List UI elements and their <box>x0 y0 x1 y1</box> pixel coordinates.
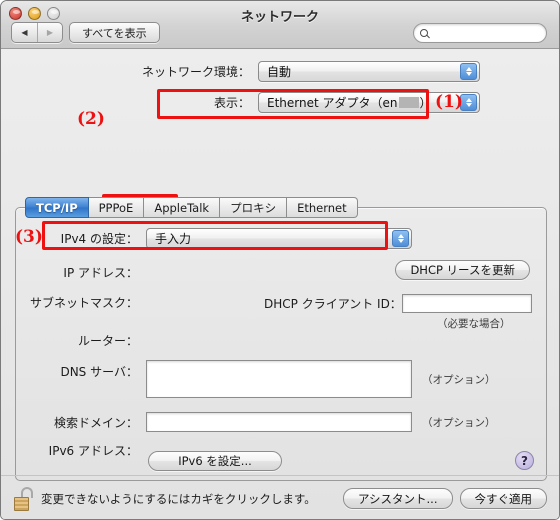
redaction-block <box>398 97 419 108</box>
apply-now-button[interactable]: 今すぐ適用 <box>459 488 547 509</box>
network-show-value-prefix: Ethernet アダプタ（en <box>267 96 398 110</box>
dhcp-client-id-input[interactable] <box>402 294 532 313</box>
ipv4-config-row: IPv4 の設定： 手入力 <box>46 228 412 249</box>
network-location-popup[interactable]: 自動 <box>258 61 480 82</box>
tab-bar: TCP/IP PPPoE AppleTalk プロキシ Ethernet <box>25 197 358 218</box>
configure-ipv6-button[interactable]: IPv6 を設定... <box>148 451 282 471</box>
chevron-updown-icon <box>392 230 409 247</box>
ipv4-config-label: IPv4 の設定： <box>60 232 138 246</box>
dhcp-client-id-row: DHCP クライアント ID： <box>264 294 532 313</box>
search-domains-hint: （オプション） <box>422 416 496 429</box>
tab-pppoe-label: PPPoE <box>98 200 134 215</box>
tab-proxy[interactable]: プロキシ <box>220 197 288 218</box>
search-field[interactable] <box>413 23 547 43</box>
tab-ethernet[interactable]: Ethernet <box>287 197 358 218</box>
network-location-row: ネットワーク環境： 自動 <box>1 61 559 82</box>
ipv4-config-popup[interactable]: 手入力 <box>146 228 412 249</box>
annotation-label-2: (2) <box>77 109 105 129</box>
network-show-label: 表示： <box>213 96 250 110</box>
search-domains-input[interactable] <box>146 412 412 432</box>
forward-button: ▶ <box>37 23 62 42</box>
tcpip-settings-panel: IPv4 の設定： 手入力 IP アドレス： DHCP リースを更新 サブネット… <box>15 207 547 481</box>
network-preferences-window: ネットワーク ◀ ▶ すべてを表示 ネットワーク環境： 自動 表示： Ether… <box>0 0 560 520</box>
navigation-buttons: ◀ ▶ <box>11 22 63 43</box>
open-padlock-icon[interactable] <box>13 486 35 511</box>
show-all-label: すべてを表示 <box>82 26 147 40</box>
dns-servers-hint: （オプション） <box>422 374 496 386</box>
assistant-button[interactable]: アシスタント... <box>342 488 453 509</box>
search-input[interactable] <box>432 26 540 40</box>
assistant-label: アシスタント... <box>357 491 438 506</box>
subnet-mask-row: サブネットマスク： <box>26 294 198 311</box>
dhcp-renew-button[interactable]: DHCP リースを更新 <box>395 260 530 280</box>
tab-appletalk-label: AppleTalk <box>154 200 210 215</box>
show-all-button[interactable]: すべてを表示 <box>69 22 160 43</box>
dns-servers-row: DNS サーバ： （オプション） <box>46 360 496 398</box>
ipv6-address-label: IPv6 アドレス： <box>48 444 138 458</box>
search-domains-label: 検索ドメイン： <box>53 415 138 430</box>
router-row: ルーター： <box>46 332 258 349</box>
tab-tcpip[interactable]: TCP/IP <box>25 197 89 218</box>
ip-address-label: IP アドレス： <box>63 266 138 280</box>
preferences-body: ネットワーク環境： 自動 表示： Ethernet アダプタ（en ） (1) (… <box>1 49 559 519</box>
ip-address-row: IP アドレス： <box>46 264 298 281</box>
help-icon: ? <box>521 453 528 468</box>
annotation-label-3: (3) <box>15 227 43 247</box>
search-icon <box>420 29 428 37</box>
tab-proxy-label: プロキシ <box>230 200 277 215</box>
tab-ethernet-label: Ethernet <box>297 200 347 215</box>
lock-description: 変更できないようにするにはカギをクリックします。 <box>41 491 316 506</box>
tab-appletalk[interactable]: AppleTalk <box>144 197 221 218</box>
network-location-label: ネットワーク環境： <box>141 65 250 79</box>
title-bar: ネットワーク ◀ ▶ すべてを表示 <box>1 1 559 49</box>
subnet-mask-label: サブネットマスク： <box>29 296 138 310</box>
help-button[interactable]: ? <box>515 451 534 470</box>
dns-servers-input[interactable] <box>146 360 412 398</box>
dhcp-client-id-label: DHCP クライアント ID： <box>264 297 402 311</box>
network-show-value-suffix: ） <box>419 96 432 110</box>
tab-tcpip-label: TCP/IP <box>36 200 78 215</box>
footer-bar: 変更できないようにするにはカギをクリックします。 アシスタント... 今すぐ適用 <box>1 475 559 519</box>
configure-ipv6-label: IPv6 を設定... <box>178 454 252 468</box>
dns-servers-label: DNS サーバ： <box>60 365 138 379</box>
tab-pppoe[interactable]: PPPoE <box>88 197 145 218</box>
dhcp-client-id-hint: （必要な場合） <box>437 318 511 330</box>
search-domains-row: 検索ドメイン： （オプション） <box>46 412 496 432</box>
ipv4-config-value: 手入力 <box>155 232 192 246</box>
chevron-updown-icon <box>460 63 477 80</box>
network-location-value: 自動 <box>267 65 292 79</box>
dhcp-renew-label: DHCP リースを更新 <box>410 263 515 277</box>
router-label: ルーター： <box>77 334 138 348</box>
back-button[interactable]: ◀ <box>12 23 37 42</box>
apply-now-label: 今すぐ適用 <box>474 491 533 506</box>
annotation-label-1: (1) <box>435 92 463 112</box>
